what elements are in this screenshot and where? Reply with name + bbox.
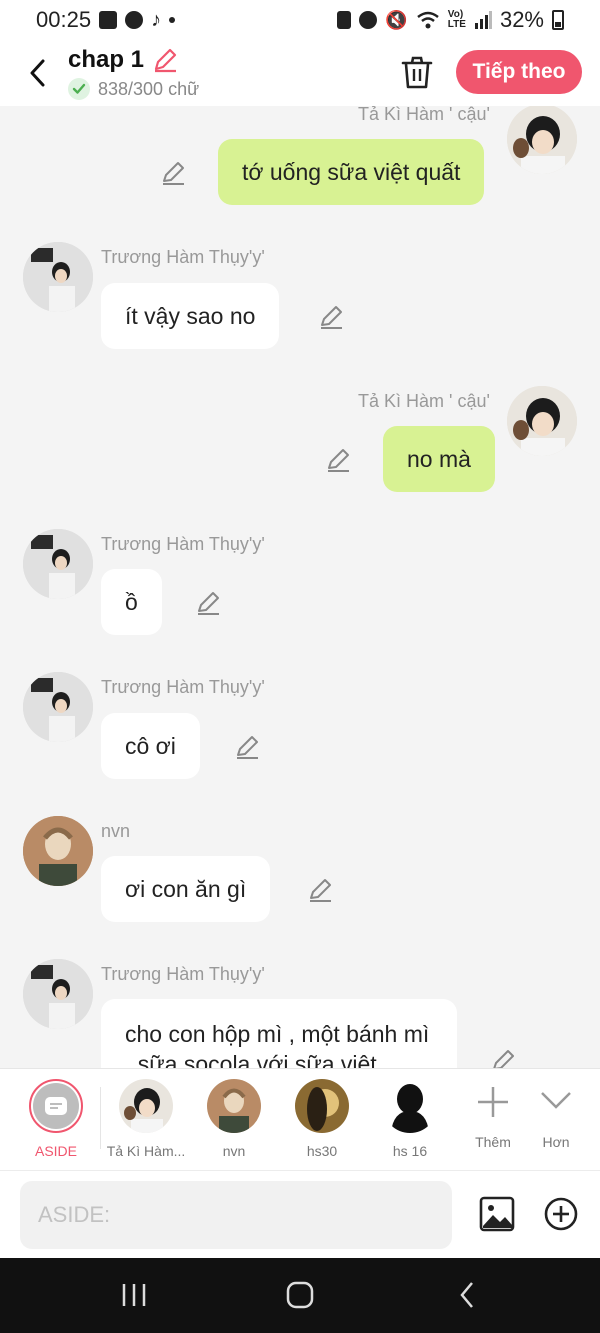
character-avatar: [207, 1079, 261, 1133]
word-count: 838/300 chữ: [98, 78, 200, 99]
chat-area[interactable]: Tả Kì Hàm ' cậu' tớ uống sữa việt quất T…: [0, 106, 600, 1068]
chevron-down-icon: [541, 1092, 571, 1109]
sender-name: Tả Kì Hàm ' cậu': [358, 106, 490, 124]
input-bar: [0, 1170, 600, 1258]
avatar[interactable]: [23, 242, 93, 312]
plus-icon: [478, 1087, 508, 1117]
character-hs16[interactable]: hs 16: [370, 1079, 450, 1159]
character-nvn[interactable]: nvn: [194, 1079, 274, 1159]
character-bar: ASIDE Tả Kì Hàm... nvn hs30 hs 16 Thêm H…: [0, 1068, 600, 1170]
character-avatar: [383, 1079, 437, 1133]
system-nav-bar: [0, 1258, 600, 1333]
recent-apps-button[interactable]: [114, 1280, 154, 1310]
more-notifications-icon: [169, 17, 176, 23]
sender-name: Trương Hàm Thụy'y': [101, 247, 265, 267]
sender-name: nvn: [101, 821, 131, 841]
character-aside[interactable]: ASIDE: [16, 1079, 96, 1159]
back-icon: [460, 1282, 473, 1308]
back-button[interactable]: [22, 58, 52, 88]
battery-saver-icon: [337, 11, 352, 29]
message-bubble[interactable]: ơi con ăn gì: [101, 856, 271, 922]
edit-message-icon[interactable]: [195, 590, 221, 616]
dnd-notification-icon: [125, 11, 144, 29]
edit-message-icon[interactable]: [490, 1048, 516, 1068]
insert-image-button[interactable]: [478, 1195, 516, 1233]
battery-icon: [552, 10, 564, 30]
character-label: Tả Kì Hàm...: [106, 1143, 186, 1159]
sender-name: Trương Hàm Thụy'y': [101, 677, 265, 697]
back-arrow-icon: [30, 59, 45, 87]
sender-name: Trương Hàm Thụy'y': [101, 534, 265, 554]
character-hs30[interactable]: hs30: [282, 1079, 362, 1159]
avatar[interactable]: [507, 386, 577, 456]
image-icon: [479, 1196, 515, 1232]
tiktok-notification-icon: ♪: [151, 8, 162, 31]
status-bar: 00:25 ♪ 🔇 Vo) LTE 32%: [0, 0, 600, 40]
message-bubble[interactable]: cô ơi: [101, 713, 200, 779]
next-button[interactable]: Tiếp theo: [456, 50, 582, 94]
character-avatar: [119, 1079, 173, 1133]
trash-icon: [401, 56, 433, 89]
plus-circle-icon: [544, 1197, 578, 1231]
signal-icon: [474, 11, 492, 29]
avatar[interactable]: [507, 106, 577, 174]
edit-message-icon[interactable]: [234, 734, 260, 760]
more-characters-button[interactable]: Hơn: [516, 1079, 596, 1150]
character-label: ASIDE: [34, 1143, 77, 1159]
avatar[interactable]: [23, 529, 93, 599]
character-label: Hơn: [542, 1134, 570, 1150]
mute-icon: 🔇: [385, 9, 408, 30]
message-bubble[interactable]: ít vậy sao no: [101, 283, 280, 349]
battery-percent: 32%: [499, 7, 544, 32]
edit-title-icon[interactable]: [152, 47, 178, 73]
edit-message-icon[interactable]: [325, 447, 351, 473]
aside-avatar: [29, 1079, 83, 1133]
message-bubble[interactable]: tớ uống sữa việt quất: [218, 139, 485, 205]
avatar[interactable]: [23, 959, 93, 1029]
delete-button[interactable]: [400, 54, 434, 90]
home-icon: [286, 1281, 314, 1309]
edit-message-icon[interactable]: [318, 304, 344, 330]
edit-message-icon[interactable]: [307, 877, 333, 903]
sender-name: Trương Hàm Thụy'y': [101, 964, 265, 984]
message-bubble[interactable]: cho con hộp mì , một bánh mì , sữa socol…: [101, 999, 457, 1068]
divider: [100, 1087, 101, 1149]
message-bubble[interactable]: ồ: [101, 569, 162, 635]
message-input[interactable]: [20, 1181, 452, 1249]
check-icon: [68, 78, 90, 100]
message-bubble[interactable]: no mà: [383, 426, 495, 492]
character-label: nvn: [222, 1143, 246, 1159]
edit-message-icon[interactable]: [160, 160, 186, 186]
character-avatar: [295, 1079, 349, 1133]
wifi-icon: [417, 11, 439, 29]
sender-name: Tả Kì Hàm ' cậu': [358, 391, 490, 411]
character-ta-ki-ham[interactable]: Tả Kì Hàm...: [106, 1079, 186, 1159]
avatar[interactable]: [23, 816, 93, 886]
character-label: hs 16: [392, 1143, 428, 1159]
chapter-title: chap 1: [68, 46, 145, 73]
aside-icon: [45, 1097, 67, 1115]
status-time: 00:25: [36, 7, 92, 32]
alarm-icon: [359, 11, 378, 29]
system-back-button[interactable]: [448, 1280, 488, 1310]
recents-icon: [122, 1284, 146, 1306]
avatar[interactable]: [23, 672, 93, 742]
editor-header: chap 1 838/300 chữ Tiếp theo: [0, 40, 600, 106]
gallery-notification-icon: [99, 11, 118, 29]
home-button[interactable]: [280, 1280, 320, 1310]
volte-icon: Vo) LTE: [447, 9, 466, 30]
add-button[interactable]: [542, 1195, 580, 1233]
character-label: hs30: [306, 1143, 338, 1159]
